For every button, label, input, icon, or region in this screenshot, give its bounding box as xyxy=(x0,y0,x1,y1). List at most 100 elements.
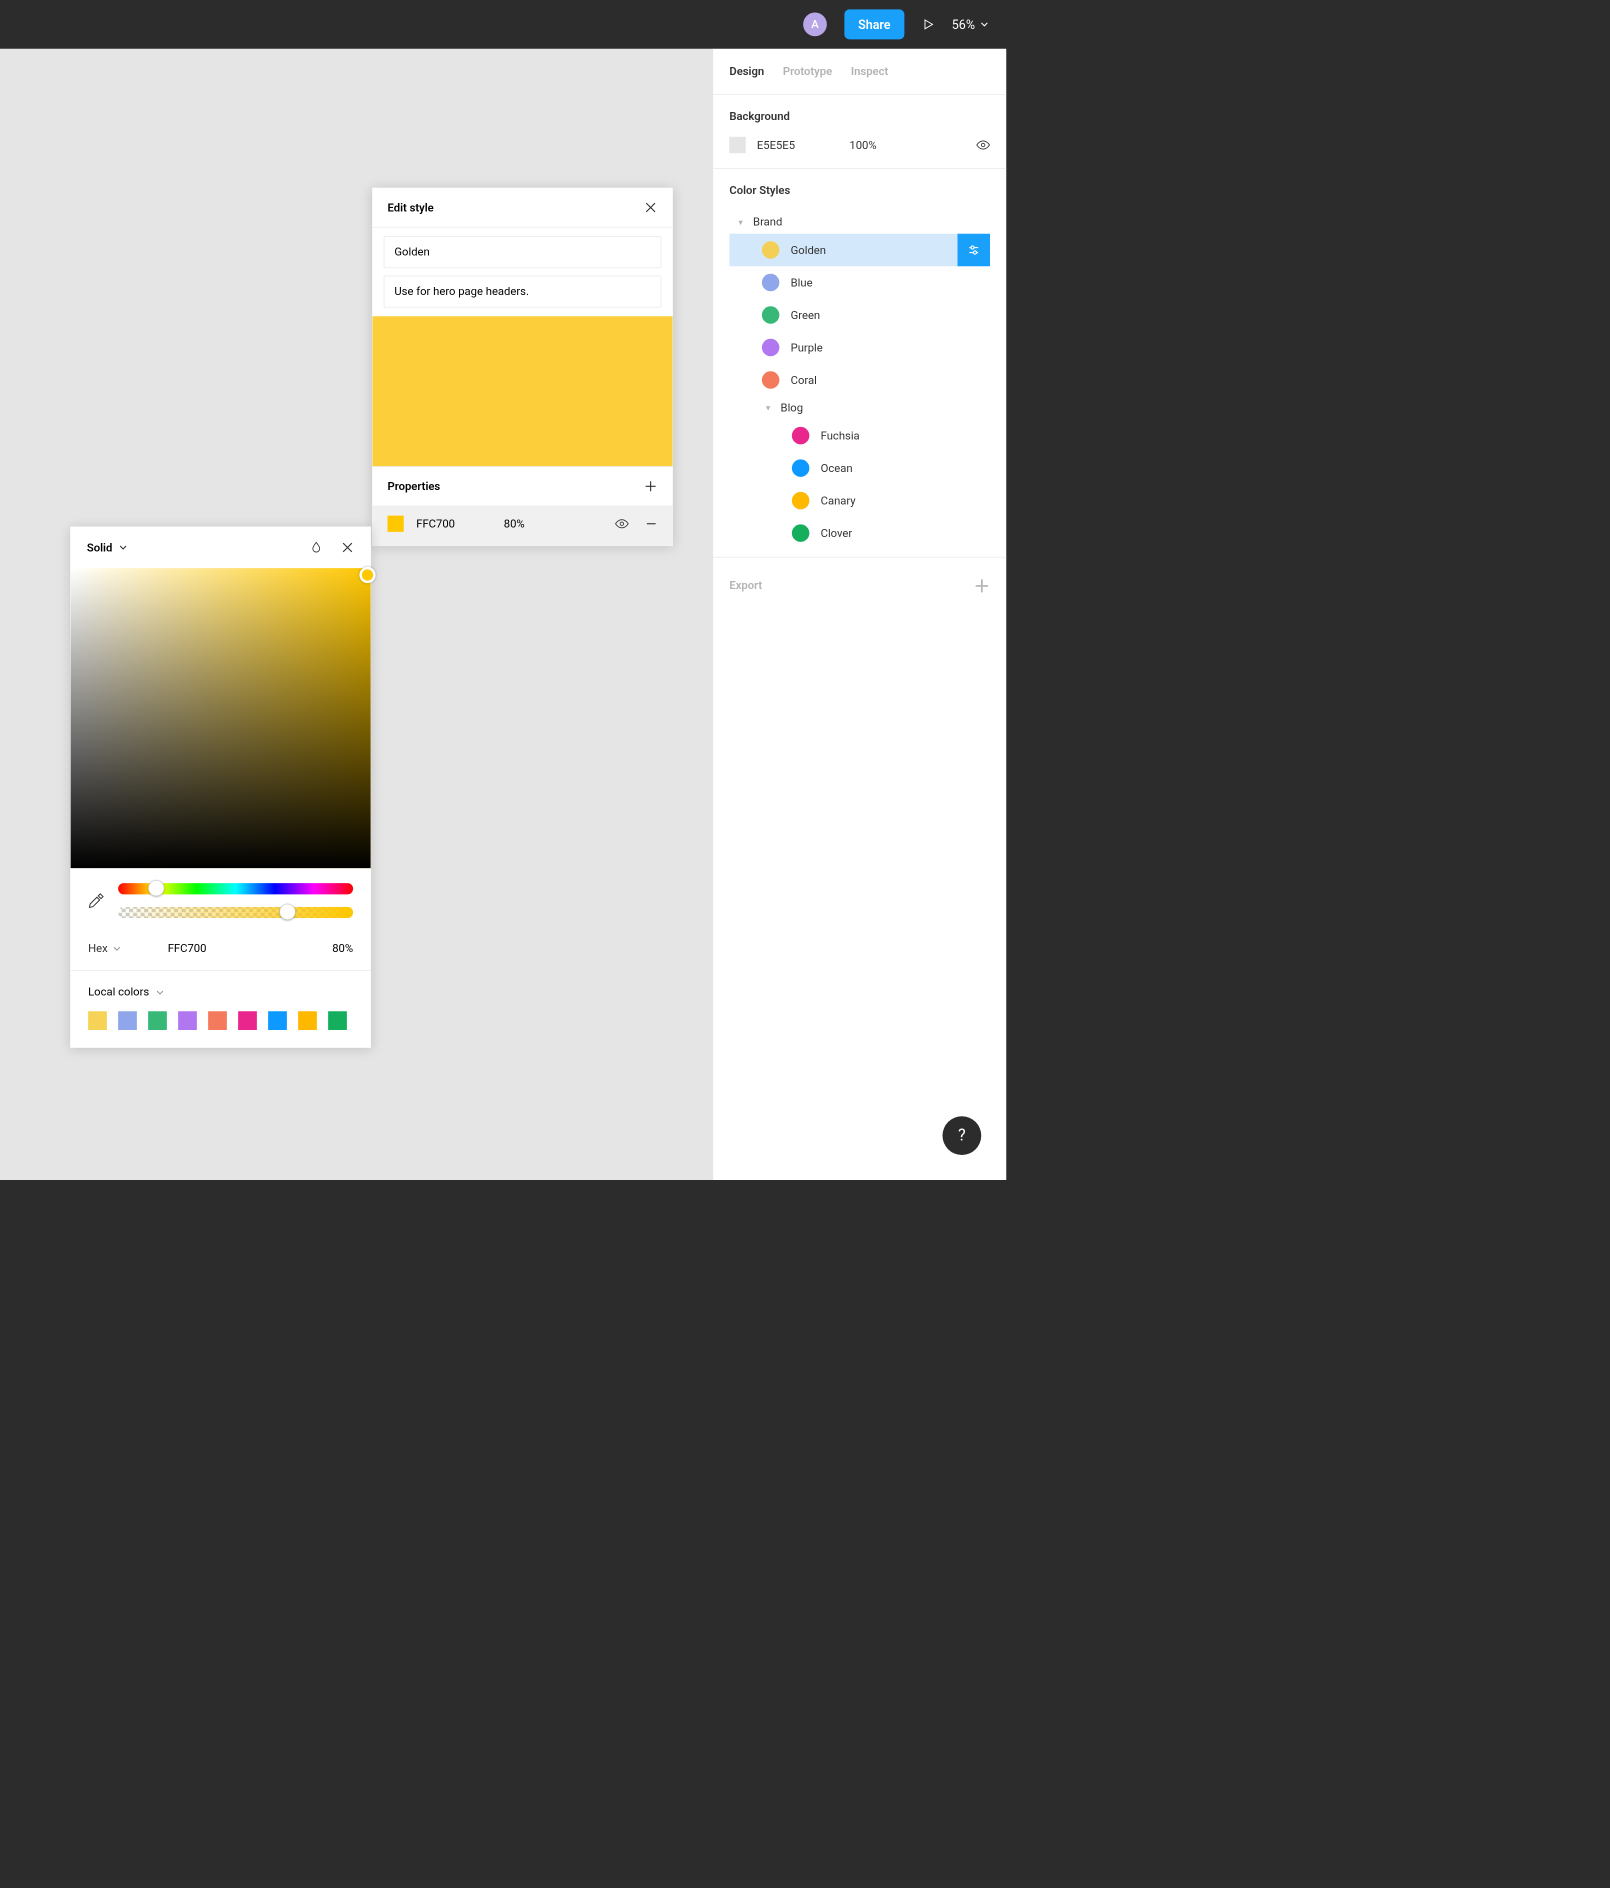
background-swatch[interactable] xyxy=(729,137,745,153)
export-label: Export xyxy=(729,579,762,592)
style-golden-label: Golden xyxy=(791,243,826,256)
fill-property-row: FFC700 80% xyxy=(373,506,673,546)
sv-thumb[interactable] xyxy=(359,567,375,583)
style-purple-label: Purple xyxy=(791,341,823,354)
swatch-purple xyxy=(762,339,780,357)
background-opacity[interactable]: 100% xyxy=(849,138,899,151)
local-colors-label: Local colors xyxy=(88,986,149,999)
group-blog[interactable]: ▼ Blog xyxy=(757,396,990,419)
style-ocean[interactable]: Ocean xyxy=(757,452,990,485)
edit-style-panel: Edit style Properties FFC700 80% xyxy=(372,188,673,547)
style-canary[interactable]: Canary xyxy=(757,484,990,517)
style-green[interactable]: Green xyxy=(729,299,990,332)
group-brand[interactable]: ▼ Brand xyxy=(729,211,990,234)
properties-header: Properties xyxy=(373,466,673,505)
edit-style-title: Edit style xyxy=(388,201,434,214)
avatar[interactable]: A xyxy=(803,13,827,37)
properties-label: Properties xyxy=(388,480,441,493)
top-bar: A Share 56% xyxy=(0,0,1006,49)
style-golden[interactable]: Golden xyxy=(729,234,990,267)
style-purple[interactable]: Purple xyxy=(729,331,990,364)
swatch-clover xyxy=(792,524,810,542)
share-button[interactable]: Share xyxy=(844,9,904,39)
slider-column xyxy=(118,883,353,918)
style-clover-label: Clover xyxy=(821,527,853,540)
edit-style-button[interactable] xyxy=(958,234,991,267)
color-styles-section: Color Styles ▼ Brand Golden Blue Green P… xyxy=(713,169,1006,558)
swatch-ocean xyxy=(792,459,810,477)
help-button[interactable]: ? xyxy=(943,1116,982,1155)
fill-type-label: Solid xyxy=(87,541,112,554)
alpha-slider[interactable] xyxy=(118,907,353,918)
edit-style-header: Edit style xyxy=(373,188,673,227)
style-clover[interactable]: Clover xyxy=(757,517,990,550)
blend-mode-button[interactable] xyxy=(309,541,323,555)
hue-slider[interactable] xyxy=(118,883,353,894)
local-swatch-6[interactable] xyxy=(268,1011,287,1030)
tab-design[interactable]: Design xyxy=(729,65,764,78)
local-swatch-3[interactable] xyxy=(178,1011,197,1030)
swatch-canary xyxy=(792,492,810,510)
chevron-down-icon xyxy=(119,543,128,552)
style-green-label: Green xyxy=(791,308,821,321)
background-row: E5E5E5 100% xyxy=(729,137,990,153)
group-brand-label: Brand xyxy=(753,216,782,229)
opacity-input[interactable]: 80% xyxy=(332,942,353,955)
export-section: Export ＋ xyxy=(713,558,1006,614)
local-swatch-1[interactable] xyxy=(118,1011,137,1030)
local-swatch-5[interactable] xyxy=(238,1011,257,1030)
fill-opacity[interactable]: 80% xyxy=(504,517,542,530)
local-swatch-7[interactable] xyxy=(298,1011,317,1030)
close-button[interactable] xyxy=(644,201,658,215)
fill-type-dropdown[interactable]: Solid xyxy=(87,541,127,554)
alpha-thumb[interactable] xyxy=(279,904,295,920)
style-fuchsia-label: Fuchsia xyxy=(821,429,860,442)
close-button[interactable] xyxy=(341,541,355,555)
local-swatch-8[interactable] xyxy=(328,1011,347,1030)
style-coral[interactable]: Coral xyxy=(729,364,990,397)
style-fuchsia[interactable]: Fuchsia xyxy=(757,419,990,452)
add-export-button[interactable]: ＋ xyxy=(974,574,990,597)
local-swatch-grid xyxy=(88,1011,353,1030)
style-description-input[interactable] xyxy=(384,276,662,308)
edit-style-body xyxy=(373,228,673,317)
color-picker-header: Solid xyxy=(71,527,371,568)
visibility-toggle[interactable] xyxy=(976,138,990,152)
visibility-toggle[interactable] xyxy=(615,517,629,531)
swatch-fuchsia xyxy=(792,427,810,445)
hex-input[interactable]: FFC700 xyxy=(168,942,207,955)
group-blog-label: Blog xyxy=(781,401,803,414)
style-name-input[interactable] xyxy=(384,236,662,268)
present-button[interactable] xyxy=(922,18,935,31)
background-hex[interactable]: E5E5E5 xyxy=(757,138,838,151)
style-coral-label: Coral xyxy=(791,373,817,386)
color-value-row: Hex FFC700 80% xyxy=(71,933,371,971)
sliders-row xyxy=(71,868,371,933)
hue-thumb[interactable] xyxy=(148,880,164,896)
swatch-green xyxy=(762,306,780,324)
remove-property-button[interactable] xyxy=(645,518,658,531)
local-swatch-4[interactable] xyxy=(208,1011,227,1030)
fill-hex[interactable]: FFC700 xyxy=(416,517,491,530)
color-format-dropdown[interactable]: Hex xyxy=(88,942,121,955)
eyedropper-button[interactable] xyxy=(88,893,104,909)
local-swatch-2[interactable] xyxy=(148,1011,167,1030)
fill-swatch[interactable] xyxy=(388,516,404,532)
picker-header-actions xyxy=(309,541,354,555)
local-swatch-0[interactable] xyxy=(88,1011,107,1030)
add-property-button[interactable] xyxy=(644,479,658,493)
tab-prototype[interactable]: Prototype xyxy=(783,65,832,78)
local-colors-dropdown[interactable]: Local colors xyxy=(88,986,353,999)
saturation-value-area[interactable] xyxy=(71,568,371,868)
swatch-blue xyxy=(762,274,780,292)
background-section: Background E5E5E5 100% xyxy=(713,95,1006,169)
chevron-down-icon xyxy=(980,20,989,29)
style-canary-label: Canary xyxy=(821,494,856,507)
style-blue[interactable]: Blue xyxy=(729,266,990,299)
style-blue-label: Blue xyxy=(791,276,813,289)
tab-inspect[interactable]: Inspect xyxy=(851,65,888,78)
swatch-golden xyxy=(762,241,780,259)
zoom-dropdown[interactable]: 56% xyxy=(952,17,989,32)
color-format-label: Hex xyxy=(88,942,108,955)
chevron-down-icon: ▼ xyxy=(737,218,744,227)
